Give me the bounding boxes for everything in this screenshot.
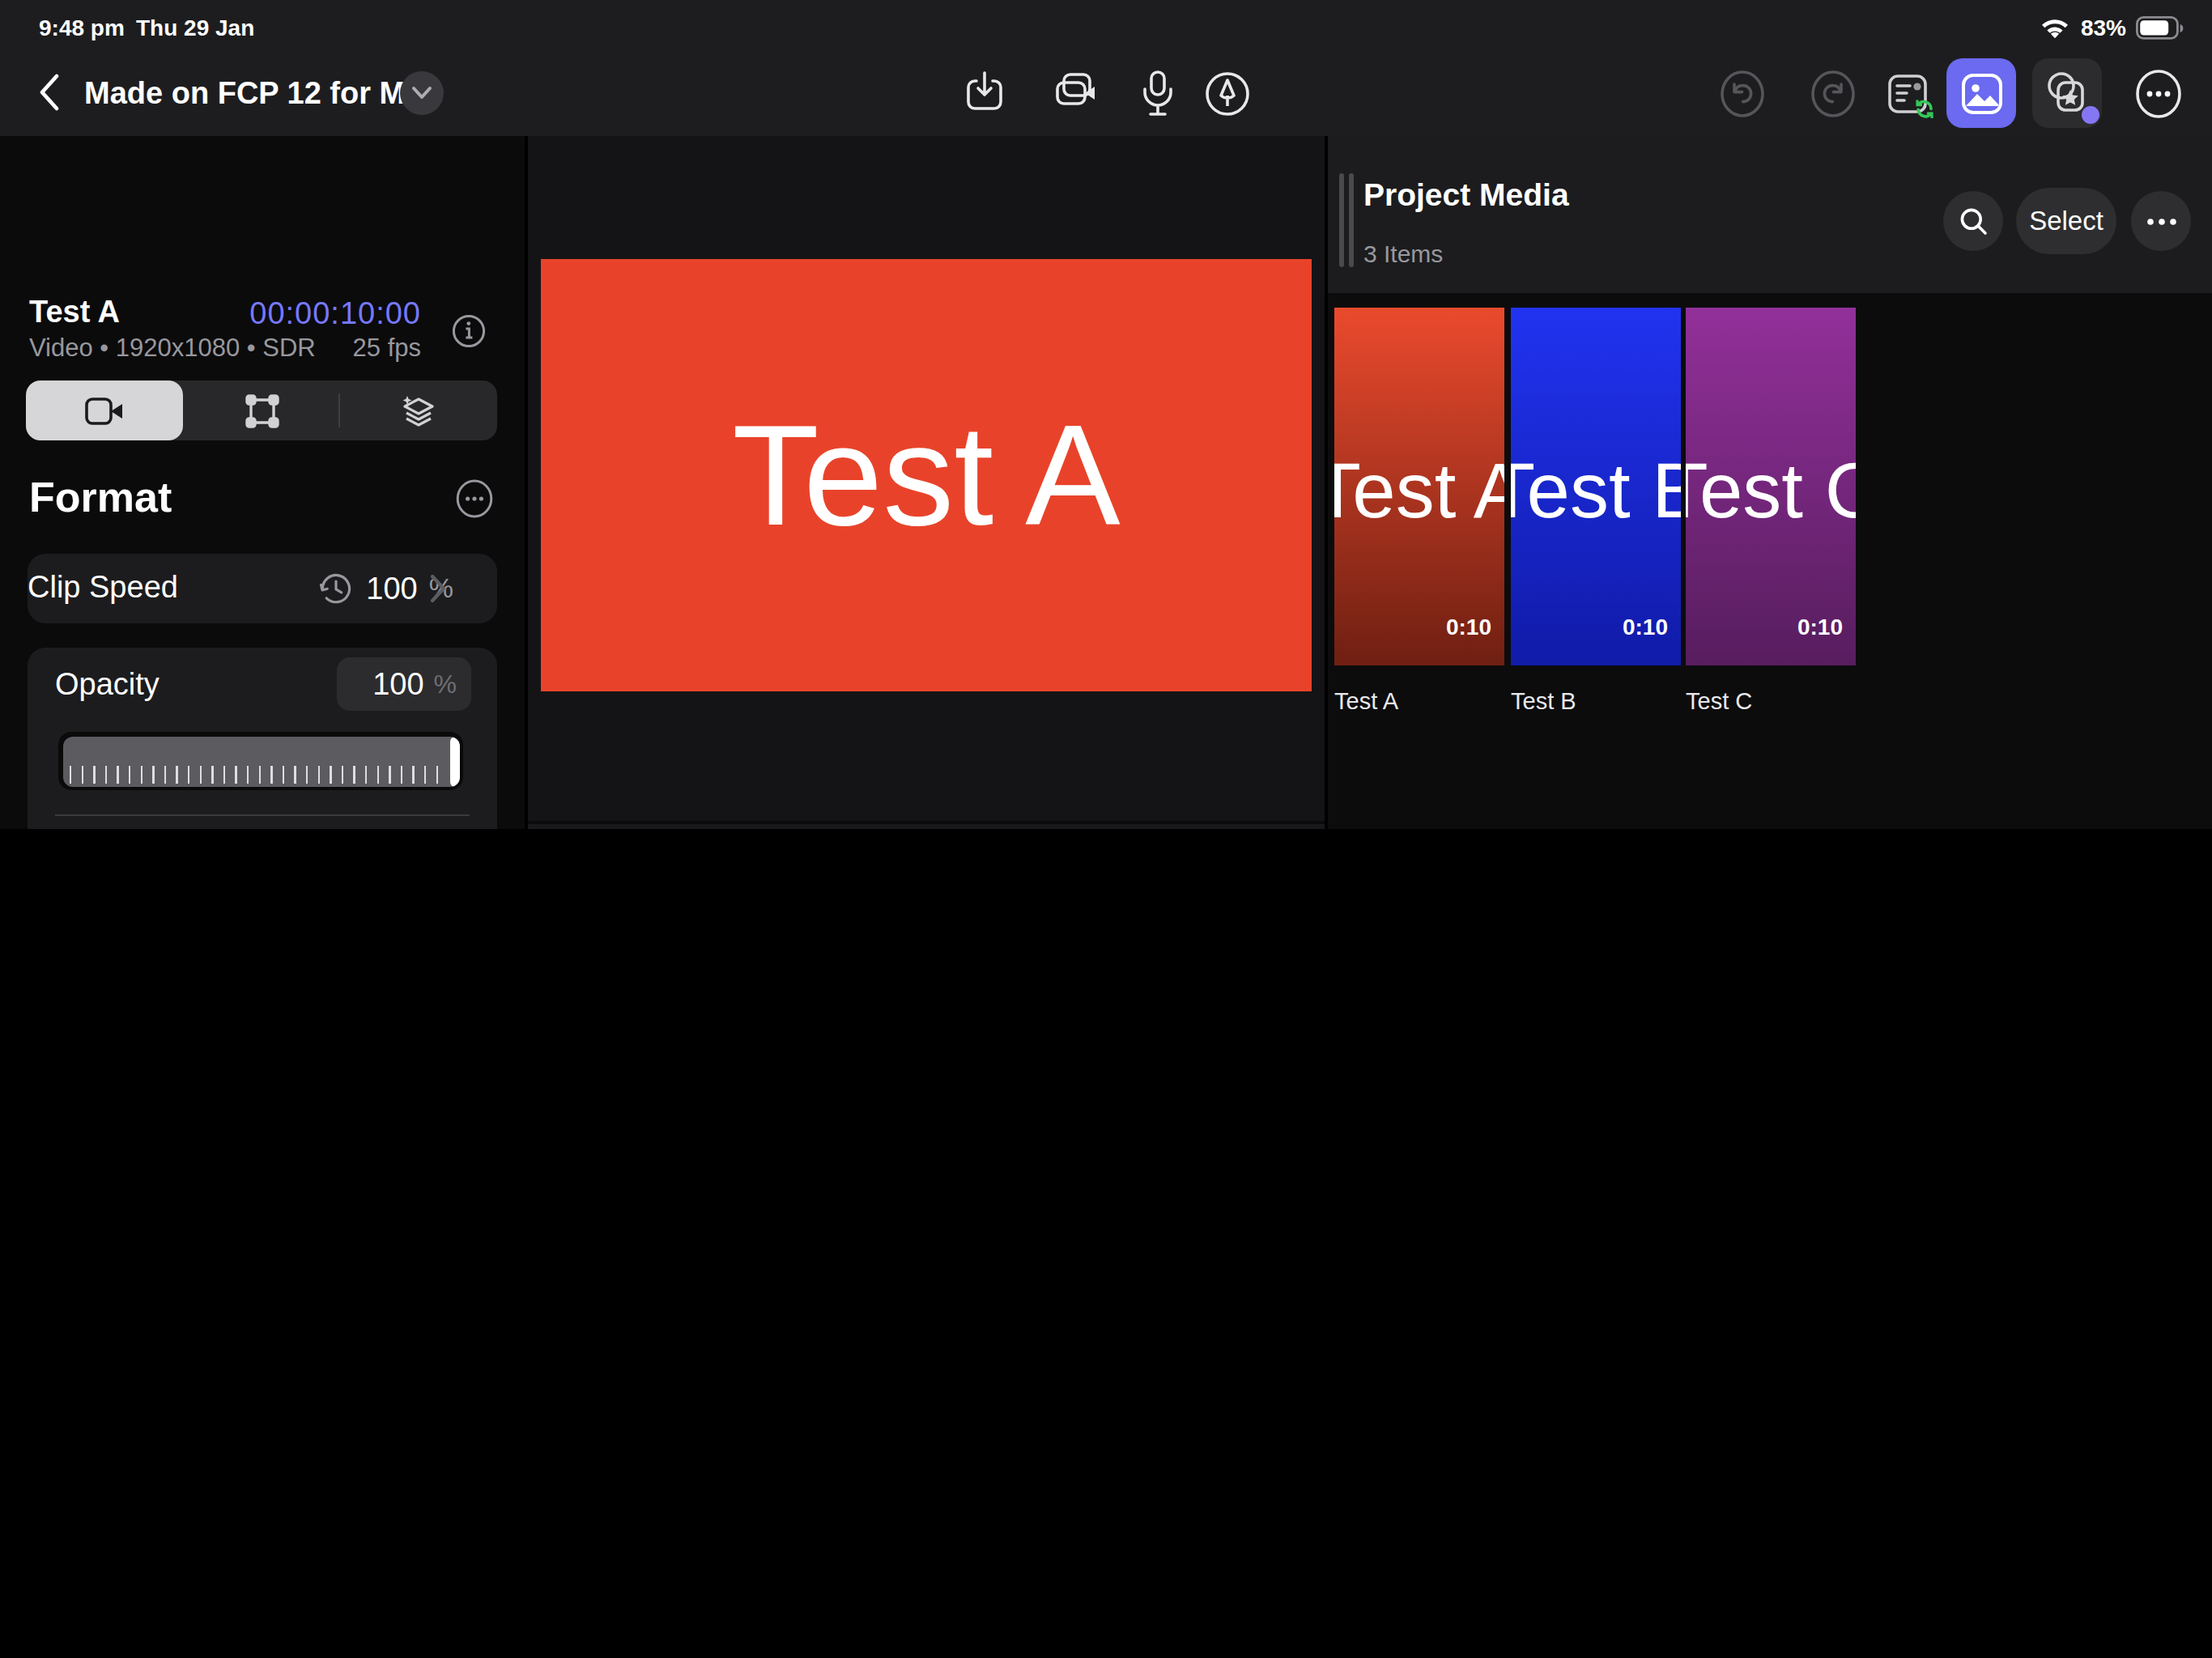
battery-icon — [2136, 15, 2184, 40]
media-thumb-text: Test B — [1511, 446, 1681, 535]
status-right: 83% — [2039, 15, 2184, 40]
media-title: Project Media — [1363, 176, 1569, 214]
clip-speed-chevron-icon — [429, 573, 447, 604]
more-options-button[interactable] — [2134, 70, 2183, 118]
media-thumb-text: Test A — [1334, 446, 1504, 535]
media-item-thumbnail[interactable]: Test A 0:10 — [1334, 308, 1504, 665]
inspector-clip-title: Test A — [29, 295, 120, 330]
viewer-panel: Test A 00:00:00:00 50 % — [528, 136, 1325, 829]
project-sync-button[interactable] — [1885, 70, 1937, 121]
tab-transform[interactable] — [183, 380, 340, 440]
status-time: 9:48 pm — [39, 15, 125, 40]
opacity-slider[interactable] — [58, 732, 463, 790]
media-header: Project Media 3 Items Select — [1328, 136, 2212, 293]
clip-speed-value: 100 % — [243, 570, 453, 607]
fcp-ipad-app: 9:48 pm Thu 29 Jan 83% Made on FCP 12 fo… — [0, 0, 2212, 829]
viewer-frame: Test A — [541, 259, 1312, 691]
import-button[interactable] — [962, 70, 1007, 115]
pencil-tool-button[interactable] — [1203, 70, 1252, 118]
back-button[interactable] — [37, 73, 60, 112]
panel-drag-handle[interactable] — [1339, 173, 1354, 267]
media-thumb-text: Test C — [1686, 446, 1856, 535]
opacity-label: Opacity — [55, 667, 160, 703]
tab-video[interactable] — [26, 380, 183, 440]
status-date: Thu 29 Jan — [136, 15, 254, 40]
project-dropdown-button[interactable] — [400, 71, 444, 115]
clock-reset-icon — [317, 570, 355, 607]
clip-speed-label: Clip Speed — [28, 570, 178, 606]
top-toolbar: 9:48 pm Thu 29 Jan 83% Made on FCP 12 fo… — [0, 0, 2212, 136]
inspector-clip-duration[interactable]: 00:00:10:00 — [194, 296, 421, 332]
media-item-name: Test A — [1334, 688, 1398, 714]
media-thumb-duration: 0:10 — [1446, 614, 1491, 640]
effects-browser-button[interactable] — [2032, 58, 2102, 128]
opacity-value-field[interactable]: 100 % — [337, 657, 471, 711]
project-title[interactable]: Made on FCP 12 for Mac — [84, 73, 440, 113]
media-select-button[interactable]: Select — [2016, 188, 2116, 254]
redo-button[interactable] — [1810, 70, 1856, 118]
opacity-slider-handle[interactable] — [449, 736, 459, 786]
format-section-title: Format — [29, 473, 172, 523]
battery-percent: 83% — [2081, 15, 2126, 40]
undo-button[interactable] — [1720, 70, 1765, 118]
transport-bar: 00:00:00:00 50 % — [528, 821, 1325, 829]
media-item-thumbnail[interactable]: Test B 0:10 — [1511, 308, 1681, 665]
media-browser-button[interactable] — [1946, 58, 2016, 128]
media-more-button[interactable] — [2131, 191, 2191, 251]
media-item-thumbnail[interactable]: Test C 0:10 — [1686, 308, 1856, 665]
media-item-name: Test C — [1686, 688, 1752, 714]
record-video-button[interactable] — [1054, 70, 1106, 115]
media-search-button[interactable] — [1943, 191, 2003, 251]
format-options-icon[interactable] — [455, 479, 494, 518]
media-item-name: Test B — [1511, 688, 1576, 714]
media-thumb-duration: 0:10 — [1797, 614, 1843, 640]
project-media-panel: Project Media 3 Items Select Test A 0:10… — [1325, 136, 2212, 829]
media-count: 3 Items — [1363, 240, 1443, 267]
info-icon[interactable] — [452, 314, 486, 348]
wifi-icon — [2039, 15, 2071, 40]
inspector-panel: Test A 00:00:10:00 Video • 1920x1080 • S… — [0, 136, 525, 829]
card-divider — [55, 814, 470, 816]
inspector-tabs — [26, 380, 497, 440]
tab-effects[interactable] — [340, 380, 497, 440]
record-audio-button[interactable] — [1138, 70, 1177, 118]
media-thumb-duration: 0:10 — [1623, 614, 1668, 640]
viewer-frame-text: Test A — [732, 393, 1120, 558]
inspector-clip-fps: 25 fps — [259, 334, 421, 363]
